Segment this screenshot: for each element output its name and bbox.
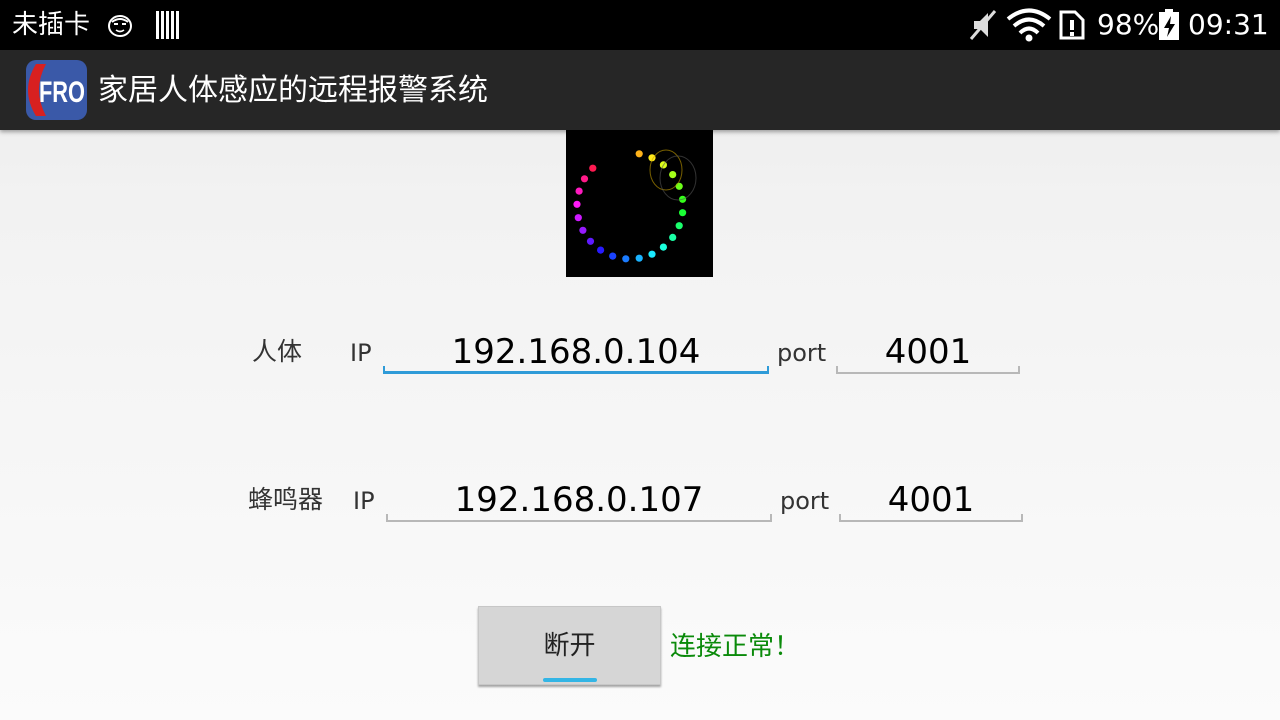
buzzer-label: 蜂鸣器 [248,485,324,514]
button-focus-indicator [543,678,597,682]
battery-charging-icon [1159,9,1179,40]
buzzer-ip-label: IP [353,487,375,515]
wifi-icon [1006,8,1052,42]
human-port-input[interactable]: 4001 [836,330,1020,374]
spinner-dot [659,243,667,251]
spinner-dot [669,171,677,179]
carrier-label: 未插卡 [12,10,91,40]
spinner-dot [609,252,617,260]
buzzer-port-label: port [780,487,830,515]
status-bar: 未插卡 98% 09:31 [0,0,1280,50]
spinner-dot [573,200,581,208]
action-bar: FRO 家居人体感应的远程报警系统 [0,50,1280,130]
buzzer-port-value: 4001 [887,480,975,520]
spinner-dot [648,250,656,258]
disconnect-button[interactable]: 断开 [478,606,661,685]
spinner-dot [579,226,587,234]
buzzer-ip-input[interactable]: 192.168.0.107 [386,478,772,522]
buzzer-port-input[interactable]: 4001 [839,478,1023,522]
human-ip-value: 192.168.0.104 [451,332,701,372]
human-sensor-label: 人体 [252,337,303,366]
mute-icon [969,10,997,40]
buzzer-ip-value: 192.168.0.107 [454,480,704,520]
app-title: 家居人体感应的远程报警系统 [98,73,488,108]
face-icon [108,15,132,37]
disconnect-button-label: 断开 [543,631,596,661]
spinner-dot [589,164,597,172]
spinner-icon [573,149,697,263]
clock: 09:31 [1188,8,1269,41]
spinner-dot [679,209,687,217]
spinner-dot [635,254,643,262]
spinner-dot [669,233,677,241]
human-port-label: port [777,339,827,367]
spinner-dot [622,255,630,263]
app-logo-text: FRO [39,76,85,109]
spinner-dot [586,237,595,245]
loading-indicator [566,130,713,277]
human-port-value: 4001 [884,332,972,372]
spinner-dot [575,187,583,195]
human-ip-input[interactable]: 192.168.0.104 [383,330,769,374]
battery-percent: 98% [1097,8,1160,41]
spinner-dot [597,246,605,254]
spinner-dot [675,222,683,230]
human-ip-label: IP [350,339,372,367]
spinner-dot [635,150,643,158]
barcode-icon [156,11,179,39]
spinner-dot [580,175,589,183]
spinner-dot [574,214,582,222]
sim-alert-icon [1059,10,1085,40]
app-logo-icon[interactable]: FRO [26,60,87,120]
connection-status: 连接正常！ [670,632,801,662]
spinner-dot [675,182,683,190]
